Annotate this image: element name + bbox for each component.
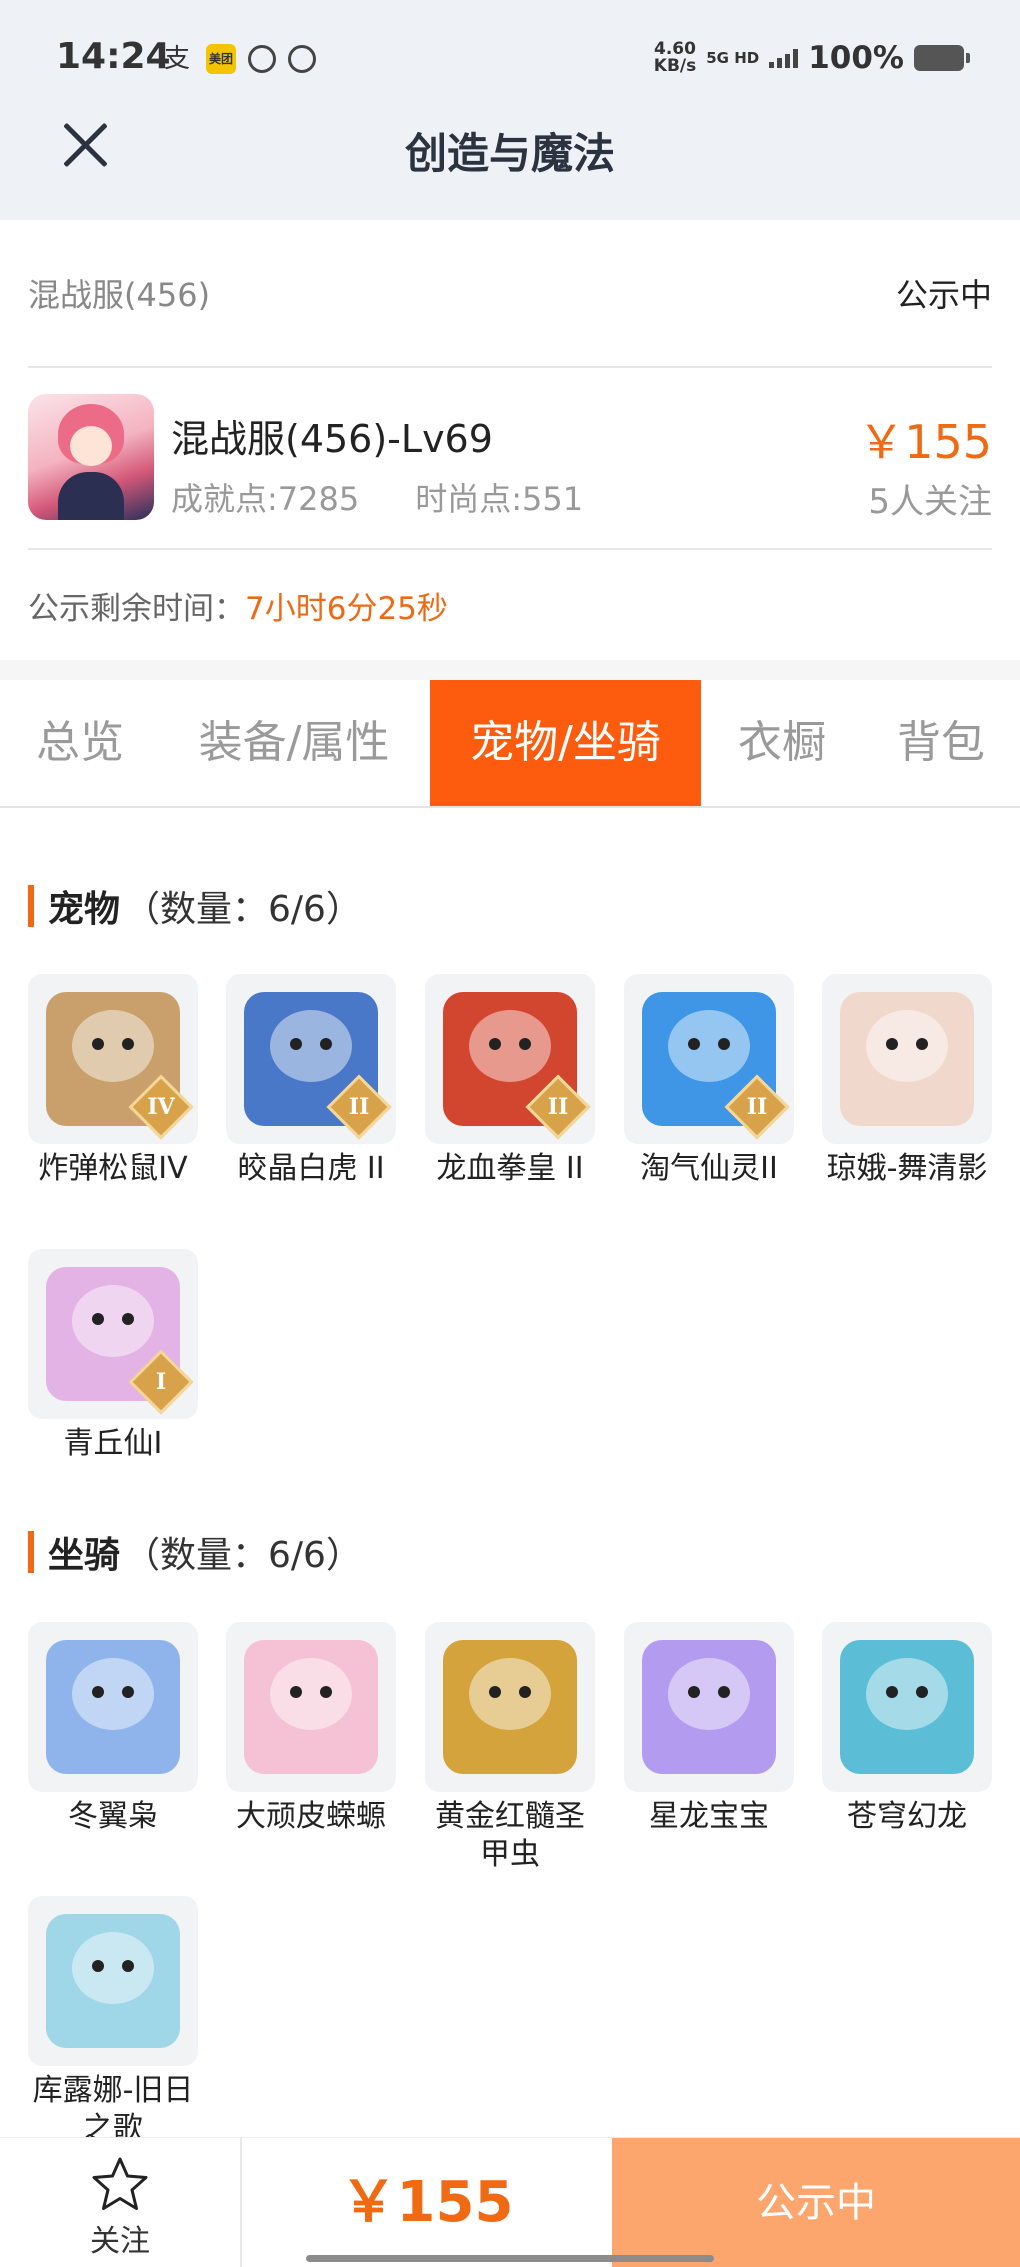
character-name: 混战服(456)-Lv69 (171, 417, 493, 461)
alipay-icon: 支 (164, 44, 191, 74)
tab-wardrobe[interactable]: 衣橱 (712, 680, 852, 806)
mount-name: 黄金红髓圣甲虫 (435, 1799, 585, 1872)
pet-card[interactable]: II 淘气仙灵II (624, 974, 794, 1188)
meituan-icon: 美团 (206, 44, 236, 74)
listing-info: 混战服(456) 公示中 混战服(456)-Lv69 成就点:7285 时尚点:5… (28, 220, 992, 660)
tab-pets-mounts[interactable]: 宠物/坐骑 (430, 680, 701, 806)
mount-card[interactable]: 黄金红髓圣甲虫 (425, 1622, 595, 1874)
pet-name: 炸弹松鼠IV (38, 1151, 188, 1186)
countdown-value: 7小时6分25秒 (245, 590, 448, 627)
creature-art (840, 992, 974, 1126)
mount-image (28, 1622, 198, 1792)
star-icon (92, 2157, 148, 2210)
pets-count: （数量：6/6） (124, 889, 362, 930)
tier-label: II (547, 1094, 569, 1120)
mount-card[interactable]: 苍穹幻龙 (822, 1622, 992, 1836)
pet-card[interactable]: 琼娥-舞清影 (822, 974, 992, 1188)
tier-label: IV (147, 1094, 175, 1120)
status-right: 4.60 KB/s 5G HD 100% (653, 39, 970, 76)
creature-art (443, 1640, 577, 1774)
fashion-points: 时尚点:551 (415, 480, 584, 518)
creature-art (244, 1640, 378, 1774)
mount-card[interactable]: 大顽皮蝾螈 (226, 1622, 396, 1836)
mount-image (28, 1896, 198, 2066)
creature-art (46, 1914, 180, 2048)
section-divider (0, 660, 1020, 680)
tier-label: II (348, 1094, 370, 1120)
pet-image: I (28, 1249, 198, 1419)
home-indicator (306, 2255, 714, 2262)
status-time: 14:24 (56, 36, 171, 77)
pet-card[interactable]: II 皎晶白虎 II (226, 974, 396, 1188)
mount-name: 大顽皮蝾螈 (236, 1799, 386, 1834)
follow-label: 关注 (90, 2224, 150, 2259)
pet-image (822, 974, 992, 1144)
bottom-price: ￥155 (340, 2170, 514, 2235)
mounts-section-title: 坐骑 （数量：6/6） (28, 1530, 362, 1576)
character-stats: 成就点:7285 时尚点:551 (171, 474, 583, 520)
pet-card[interactable]: I 青丘仙I (28, 1249, 198, 1463)
notification-icons: 支 美团 (164, 44, 316, 74)
pet-card[interactable]: IV 炸弹松鼠IV (28, 974, 198, 1188)
net-speed: 4.60 KB/s (653, 39, 697, 76)
network-type: 5G HD (706, 49, 760, 67)
creature-art (840, 1640, 974, 1774)
pet-name: 皎晶白虎 II (237, 1151, 385, 1186)
pet-image: II (624, 974, 794, 1144)
achievement-points: 成就点:7285 (171, 480, 360, 518)
pet-name: 琼娥-舞清影 (826, 1151, 988, 1186)
character-row[interactable]: 混战服(456)-Lv69 成就点:7285 时尚点:551 ￥155 5人关注 (28, 368, 992, 550)
battery-percent: 100% (808, 40, 904, 76)
listing-status: 公示中 (895, 276, 992, 314)
mount-card[interactable]: 星龙宝宝 (624, 1622, 794, 1836)
mount-name: 苍穹幻龙 (847, 1799, 967, 1834)
server-name: 混战服(456) (28, 276, 211, 314)
pet-name: 青丘仙I (63, 1426, 163, 1461)
creature-art (642, 1640, 776, 1774)
mount-name: 星龙宝宝 (649, 1799, 769, 1834)
character-avatar (28, 394, 154, 520)
tab-backpack[interactable]: 背包 (866, 680, 1016, 806)
countdown-row: 公示剩余时间： 7小时6分25秒 (28, 550, 992, 660)
mount-image (822, 1622, 992, 1792)
mount-image (226, 1622, 396, 1792)
signal-icon (769, 48, 799, 68)
server-row: 混战服(456) 公示中 (28, 220, 992, 368)
mount-name: 冬翼枭 (68, 1799, 158, 1834)
tab-overview[interactable]: 总览 (0, 680, 160, 806)
pet-name: 淘气仙灵II (640, 1151, 778, 1186)
bottom-bar: 关注 ￥155 公示中 (0, 2137, 1020, 2267)
pets-section-title: 宠物 （数量：6/6） (28, 884, 362, 930)
tier-label: I (155, 1369, 167, 1395)
tab-equipment[interactable]: 装备/属性 (176, 680, 412, 806)
qq-icon (248, 45, 276, 73)
tier-label: II (746, 1094, 768, 1120)
pet-image: IV (28, 974, 198, 1144)
follow-button[interactable]: 关注 (0, 2138, 242, 2267)
mount-image (425, 1622, 595, 1792)
browser-icon (288, 45, 316, 73)
pets-title: 宠物 (48, 889, 121, 930)
page-title: 创造与魔法 (404, 129, 615, 178)
status-button[interactable]: 公示中 (612, 2138, 1020, 2267)
pet-card[interactable]: II 龙血拳皇 II (425, 974, 595, 1188)
mounts-title: 坐骑 (48, 1535, 121, 1576)
tab-bar: 总览 装备/属性 宠物/坐骑 衣橱 背包 (0, 680, 1020, 808)
status-bar: 14:24 支 美团 4.60 KB/s 5G HD 100% (0, 0, 1020, 120)
countdown-label: 公示剩余时间： (28, 590, 245, 627)
pet-name: 龙血拳皇 II (436, 1151, 584, 1186)
listing-price: ￥155 (858, 415, 992, 469)
mount-card[interactable]: 库露娜-旧日之歌 (28, 1896, 198, 2148)
battery-icon (914, 45, 970, 71)
creature-art (46, 1640, 180, 1774)
mount-card[interactable]: 冬翼枭 (28, 1622, 198, 1836)
pet-image: II (425, 974, 595, 1144)
pet-image: II (226, 974, 396, 1144)
top-bar: 14:24 支 美团 4.60 KB/s 5G HD 100% 创造与魔法 (0, 0, 1020, 220)
mount-image (624, 1622, 794, 1792)
mounts-count: （数量：6/6） (124, 1535, 362, 1576)
follower-count: 5人关注 (868, 482, 992, 522)
